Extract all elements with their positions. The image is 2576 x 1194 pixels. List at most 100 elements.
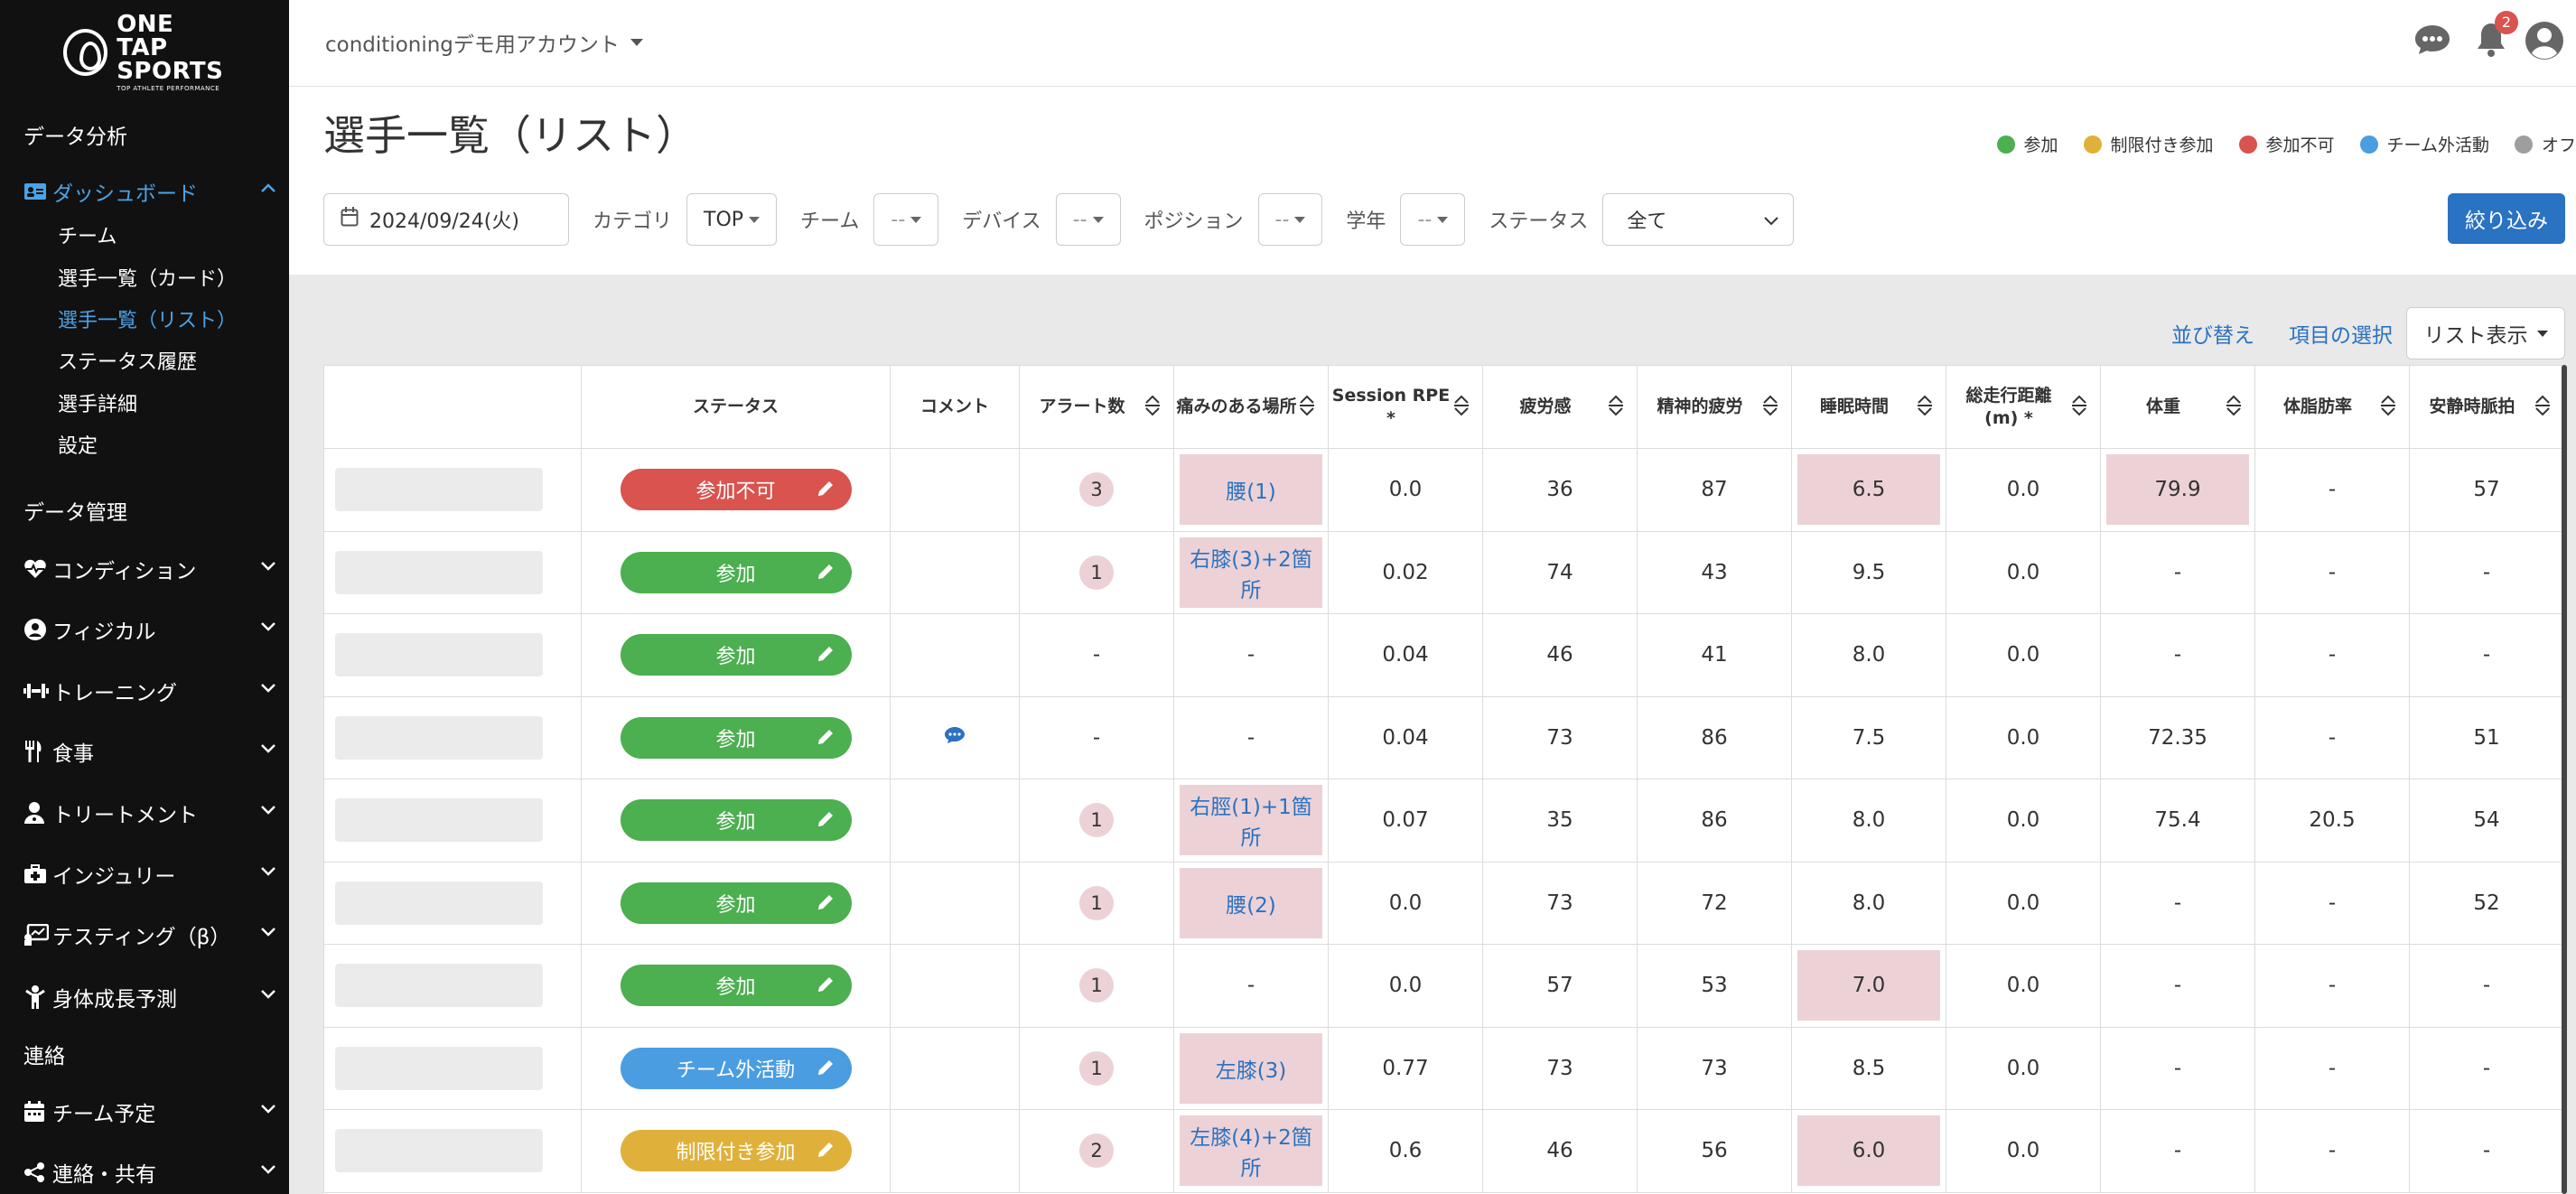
table-row[interactable]: 参加 1 - 0.0 57 53 7.0 0.0 - - -: [323, 944, 2563, 1028]
position-dropdown[interactable]: --: [1257, 193, 1323, 246]
sidebar-subitem-player-detail[interactable]: 選手詳細: [58, 388, 137, 417]
header-rpe[interactable]: Session RPE *: [1328, 365, 1483, 449]
player-name-placeholder[interactable]: [335, 468, 543, 512]
cell-name[interactable]: [323, 1026, 582, 1110]
sidebar-subitem-team[interactable]: チーム: [58, 220, 117, 249]
player-name-placeholder[interactable]: [335, 550, 543, 594]
header-sleep[interactable]: 睡眠時間: [1791, 365, 1946, 449]
player-name-placeholder[interactable]: [335, 1129, 543, 1173]
pain-location-link[interactable]: 右脛(1)+1箇所: [1180, 789, 1322, 851]
app-logo[interactable]: ONE TAP SPORTS TOP ATHLETE PERFORMANCE: [63, 13, 226, 92]
header-pain[interactable]: 痛みのある場所: [1173, 365, 1329, 449]
sidebar-item-treatment[interactable]: トリートメント: [23, 795, 276, 831]
status-button[interactable]: 制限付き参加: [620, 1130, 852, 1172]
view-mode-dropdown[interactable]: リスト表示: [2406, 307, 2565, 359]
sidebar-subitem-player-list[interactable]: 選手一覧（リスト）: [58, 304, 237, 333]
header-weight[interactable]: 体重: [2100, 365, 2255, 449]
cell-name[interactable]: [323, 448, 582, 532]
status-button[interactable]: 参加: [620, 965, 852, 1007]
cell-name[interactable]: [323, 861, 582, 945]
cell-name[interactable]: [323, 779, 582, 863]
pain-location-link[interactable]: 右膝(3)+2箇所: [1180, 542, 1322, 603]
status-button[interactable]: 参加不可: [620, 469, 852, 511]
cell-pain[interactable]: 左膝(4)+2箇所: [1173, 1109, 1329, 1193]
pain-location-link[interactable]: 腰(1): [1226, 474, 1276, 505]
table-row[interactable]: 参加 - - 0.04 73 86 7.5 0.0 72.35 - 51: [323, 695, 2563, 779]
account-switcher[interactable]: conditioningデモ用アカウント: [325, 27, 643, 58]
team-dropdown[interactable]: --: [873, 193, 939, 246]
device-dropdown[interactable]: --: [1055, 193, 1121, 246]
table-row[interactable]: 参加 1 右脛(1)+1箇所 0.07 35 86 8.0 0.0 75.4 20.5 54: [323, 779, 2563, 863]
cell-pain[interactable]: 左膝(3): [1173, 1026, 1329, 1110]
cell-pain[interactable]: 右膝(3)+2箇所: [1173, 530, 1329, 614]
table-row[interactable]: 制限付き参加 2 左膝(4)+2箇所 0.6 46 56 6.0 0.0 - - -: [323, 1109, 2563, 1193]
chat-icon[interactable]: [2413, 23, 2451, 60]
cell-name[interactable]: [323, 613, 582, 697]
table-row[interactable]: 参加不可 3 腰(1) 0.0 36 87 6.5 0.0 79.9 - 57: [323, 448, 2563, 532]
status-button[interactable]: 参加: [620, 799, 852, 842]
cell-name[interactable]: [323, 944, 582, 1028]
header-fatigue[interactable]: 疲労感: [1482, 365, 1638, 449]
sidebar-item-dashboard[interactable]: ダッシュボード: [23, 173, 276, 210]
status-button[interactable]: 参加: [620, 551, 852, 593]
status-button[interactable]: 参加: [620, 882, 852, 924]
cell-weight: -: [2100, 944, 2255, 1028]
player-name-placeholder[interactable]: [335, 633, 543, 677]
sidebar-item-condition[interactable]: コンディション: [23, 551, 276, 587]
sidebar-item-growth[interactable]: 身体成長予測: [23, 979, 276, 1015]
cell-pulse: -: [2409, 1026, 2563, 1110]
status-select[interactable]: 全て: [1602, 193, 1795, 246]
sidebar-subitem-player-cards[interactable]: 選手一覧（カード）: [58, 263, 237, 292]
player-name-placeholder[interactable]: [335, 1046, 543, 1090]
legend-item-limited: 制限付き参加: [2083, 132, 2214, 156]
player-name-placeholder[interactable]: [335, 798, 543, 843]
table-scrollbar[interactable]: [2562, 365, 2567, 1194]
player-name-placeholder[interactable]: [335, 964, 543, 1008]
header-distance[interactable]: 総走行距離 (m) *: [1946, 365, 2101, 449]
comment-icon[interactable]: [944, 726, 966, 750]
cell-name[interactable]: [323, 695, 582, 779]
cell-pain[interactable]: 腰(1): [1173, 448, 1329, 532]
sidebar-item-contact-share[interactable]: 連絡・共有: [23, 1154, 276, 1190]
table-row[interactable]: 参加 1 右膝(3)+2箇所 0.02 74 43 9.5 0.0 - - -: [323, 530, 2563, 614]
header-mental[interactable]: 精神的疲労: [1637, 365, 1792, 449]
table-row[interactable]: 参加 1 腰(2) 0.0 73 72 8.0 0.0 - - 52: [323, 861, 2563, 945]
select-items-link[interactable]: 項目の選択: [2289, 318, 2393, 349]
header-pulse[interactable]: 安静時脈拍: [2409, 365, 2563, 449]
user-avatar-icon[interactable]: [2524, 20, 2565, 65]
sidebar-subitem-settings[interactable]: 設定: [58, 430, 98, 459]
sidebar-item-physical[interactable]: フィジカル: [23, 611, 276, 648]
player-name-placeholder[interactable]: [335, 881, 543, 925]
table-row[interactable]: チーム外活動 1 左膝(3) 0.77 73 73 8.5 0.0 - - -: [323, 1026, 2563, 1110]
status-button[interactable]: 参加: [620, 634, 852, 676]
sort-link[interactable]: 並び替え: [2171, 318, 2254, 349]
apply-filter-button[interactable]: 絞り込み: [2448, 193, 2565, 244]
category-dropdown[interactable]: TOP: [686, 193, 778, 246]
sidebar-item-meal[interactable]: 食事: [23, 733, 276, 770]
sidebar-item-training[interactable]: トレーニング: [23, 673, 276, 709]
grade-dropdown[interactable]: --: [1400, 193, 1466, 246]
sidebar-subitem-status-history[interactable]: ステータス履歴: [58, 346, 197, 375]
date-picker[interactable]: 2024/09/24(火): [323, 193, 569, 246]
cell-pain[interactable]: 右脛(1)+1箇所: [1173, 779, 1329, 863]
cell-pain[interactable]: 腰(2): [1173, 861, 1329, 945]
status-button[interactable]: チーム外活動: [620, 1047, 852, 1089]
player-name-placeholder[interactable]: [335, 715, 543, 760]
cell-name[interactable]: [323, 1109, 582, 1193]
cell-name[interactable]: [323, 530, 582, 614]
bell-icon[interactable]: 2: [2475, 11, 2518, 61]
cell-distance: 0.0: [1946, 530, 2101, 614]
pain-location-link[interactable]: 腰(2): [1226, 888, 1276, 919]
pain-location-link[interactable]: 左膝(4)+2箇所: [1180, 1120, 1322, 1181]
table-row[interactable]: 参加 - - 0.04 46 41 8.0 0.0 - - -: [323, 613, 2563, 697]
header-bodyfat[interactable]: 体脂肪率: [2254, 365, 2410, 449]
sidebar-item-injury[interactable]: インジュリー: [23, 856, 276, 892]
status-label: チーム外活動: [676, 1059, 796, 1082]
sidebar-item-team-schedule[interactable]: チーム予定: [23, 1094, 276, 1130]
sidebar-item-testing[interactable]: テスティング（β）: [23, 917, 276, 953]
status-button[interactable]: 参加: [620, 716, 852, 759]
status-label: 参加: [715, 976, 756, 1000]
header-alerts[interactable]: アラート数: [1019, 365, 1174, 449]
pain-location-link[interactable]: 左膝(3): [1216, 1053, 1287, 1084]
cell-comment: [890, 779, 1020, 863]
